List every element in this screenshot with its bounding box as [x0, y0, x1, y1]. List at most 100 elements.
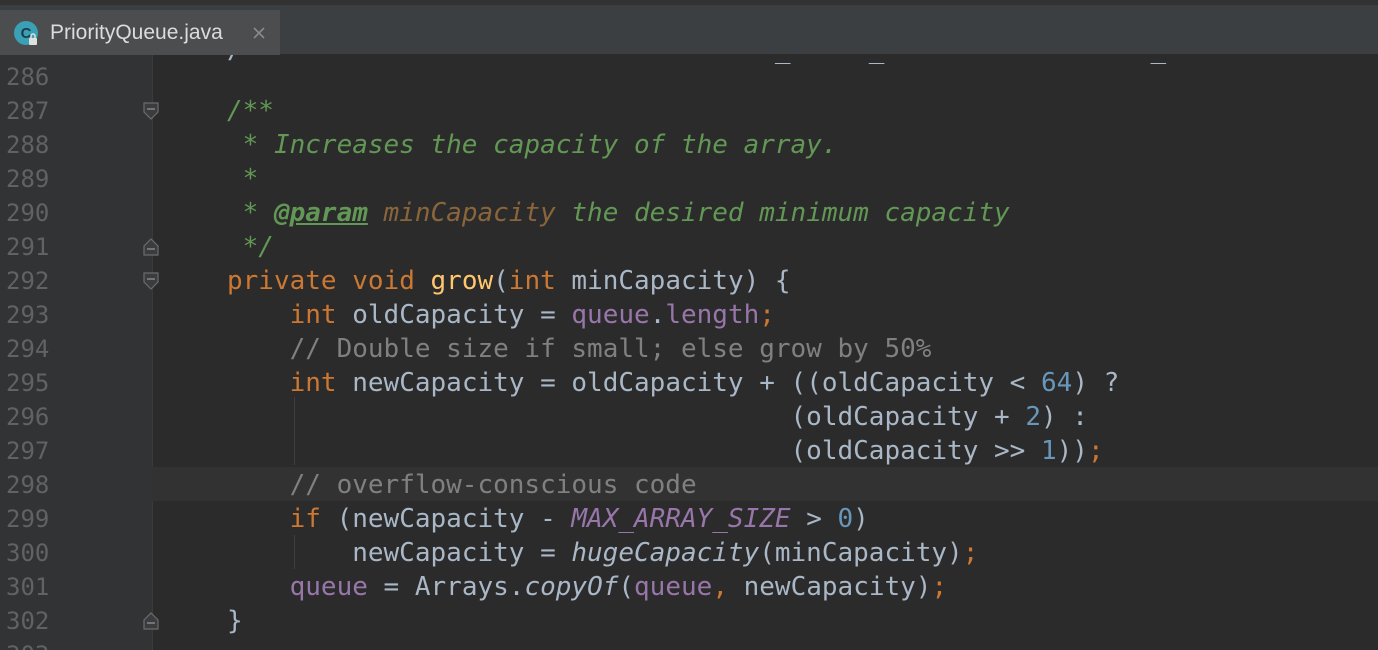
code-text[interactable]: }	[227, 604, 243, 638]
semicolon: ;	[962, 538, 979, 568]
javadoc-text: *	[227, 164, 259, 194]
keyword: void	[352, 266, 415, 296]
javadoc-param-tag: @param	[273, 198, 368, 228]
code-token: )	[853, 504, 869, 534]
code-line-293: 293 int oldCapacity = queue.length;	[0, 298, 1378, 332]
code-token: newCapacity =	[227, 538, 572, 568]
javadoc-text: *	[227, 198, 274, 228]
code-line-300: 300 newCapacity = hugeCapacity(minCapaci…	[0, 536, 1378, 570]
field-ref: queue	[571, 300, 650, 330]
code-token: = Arrays.	[367, 572, 525, 602]
line-number: 293	[6, 301, 50, 329]
javadoc-text	[368, 198, 384, 228]
number-literal: 1	[1040, 436, 1057, 466]
code-text[interactable]: private void grow(int minCapacity) {	[227, 264, 791, 298]
code-token: .	[649, 300, 666, 330]
code-token: >	[790, 504, 838, 534]
code-text[interactable]: (oldCapacity >> 1));	[227, 434, 1104, 468]
fold-end-icon[interactable]	[142, 237, 160, 257]
static-method-call: copyOf	[524, 572, 619, 602]
code-text[interactable]: // Double size if small; else grow by 50…	[227, 332, 932, 366]
line-number: 298	[6, 471, 50, 499]
field-ref: queue	[289, 572, 368, 602]
keyword: if	[289, 504, 321, 534]
closing-brace: }	[227, 606, 243, 636]
line-number: 290	[6, 199, 50, 227]
code-line-289: 289 *	[0, 162, 1378, 196]
tab-priorityqueue-java[interactable]: C PriorityQueue.java	[0, 10, 280, 60]
line-number: 292	[6, 267, 50, 295]
code-line-292: 292 private void grow(int minCapacity) {	[0, 264, 1378, 298]
line-number: 288	[6, 131, 50, 159]
code-text[interactable]: (oldCapacity + 2) :	[227, 400, 1088, 434]
code-line-296: 296 (oldCapacity + 2) :	[0, 400, 1378, 434]
comma: ,	[712, 572, 728, 602]
code-editor[interactable]: / _ _ _ 286 287 /** 288 * Increases the …	[0, 55, 1378, 650]
code-text[interactable]: /**	[227, 94, 274, 128]
code-line-290: 290 * @param minCapacity the desired min…	[0, 196, 1378, 230]
line-number: 300	[6, 539, 50, 567]
code-text[interactable]: *	[227, 162, 259, 196]
code-text[interactable]: newCapacity = hugeCapacity(minCapacity);	[227, 536, 978, 570]
line-number: 297	[6, 437, 50, 465]
code-text[interactable]: * @param minCapacity the desired minimum…	[227, 196, 1010, 230]
fold-end-icon[interactable]	[142, 611, 160, 631]
field-ref: queue	[634, 572, 713, 602]
line-number: 303	[6, 638, 49, 650]
line-number: 301	[6, 573, 50, 601]
code-text[interactable]: * Increases the capacity of the array.	[227, 128, 838, 162]
code-line-294: 294 // Double size if small; else grow b…	[0, 332, 1378, 366]
code-text[interactable]: int newCapacity = oldCapacity + ((oldCap…	[227, 366, 1120, 400]
code-token: newCapacity)	[727, 572, 932, 602]
code-line-295: 295 int newCapacity = oldCapacity + ((ol…	[0, 366, 1378, 400]
field-ref: length	[665, 300, 760, 330]
editor-tab-bar: C PriorityQueue.java	[0, 0, 1378, 60]
code-line-302: 302 }	[0, 604, 1378, 638]
code-text[interactable]: */	[227, 230, 274, 264]
close-icon[interactable]	[252, 26, 266, 40]
fold-collapse-icon[interactable]	[142, 101, 160, 121]
javadoc-open: /**	[227, 96, 274, 126]
javadoc-text: the desired minimum capacity	[555, 198, 1010, 228]
code-text[interactable]: int oldCapacity = queue.length;	[227, 298, 775, 332]
line-number: 299	[6, 505, 50, 533]
code-line-299: 299 if (newCapacity - MAX_ARRAY_SIZE > 0…	[0, 502, 1378, 536]
code-line-303: 303	[0, 638, 1378, 650]
semicolon: ;	[759, 300, 775, 330]
fold-collapse-icon[interactable]	[142, 271, 160, 291]
line-number: 296	[6, 403, 50, 431]
line-number: 294	[6, 335, 50, 363]
code-line-298: 298 // overflow-conscious code	[0, 468, 1378, 502]
keyword: int	[289, 368, 337, 398]
javadoc-close: */	[227, 232, 274, 262]
line-number: 289	[6, 165, 50, 193]
code-token: newCapacity = oldCapacity + ((oldCapacit…	[336, 368, 1041, 398]
keyword: int	[289, 300, 337, 330]
code-line-286: 286	[0, 60, 1378, 94]
line-number: 295	[6, 369, 50, 397]
method-name: grow	[430, 266, 494, 296]
code-token: minCapacity) {	[555, 266, 791, 296]
static-field-ref: MAX_ARRAY_SIZE	[571, 504, 791, 534]
semicolon: ;	[931, 572, 948, 602]
code-line-297: 297 (oldCapacity >> 1));	[0, 434, 1378, 468]
line-number: 286	[6, 63, 50, 91]
code-text[interactable]: queue = Arrays.copyOf(queue, newCapacity…	[227, 570, 948, 604]
javadoc-text: * Increases the capacity of the array.	[227, 130, 838, 160]
line-comment: // overflow-conscious code	[289, 470, 697, 500]
code-token: oldCapacity =	[336, 300, 572, 330]
keyword: private	[227, 266, 337, 296]
code-text[interactable]: // overflow-conscious code	[227, 468, 697, 502]
code-line-288: 288 * Increases the capacity of the arra…	[0, 128, 1378, 162]
code-text[interactable]: if (newCapacity - MAX_ARRAY_SIZE > 0)	[227, 502, 869, 536]
code-token: ))	[1056, 436, 1088, 466]
number-literal: 64	[1041, 368, 1073, 398]
lock-icon	[29, 33, 37, 45]
